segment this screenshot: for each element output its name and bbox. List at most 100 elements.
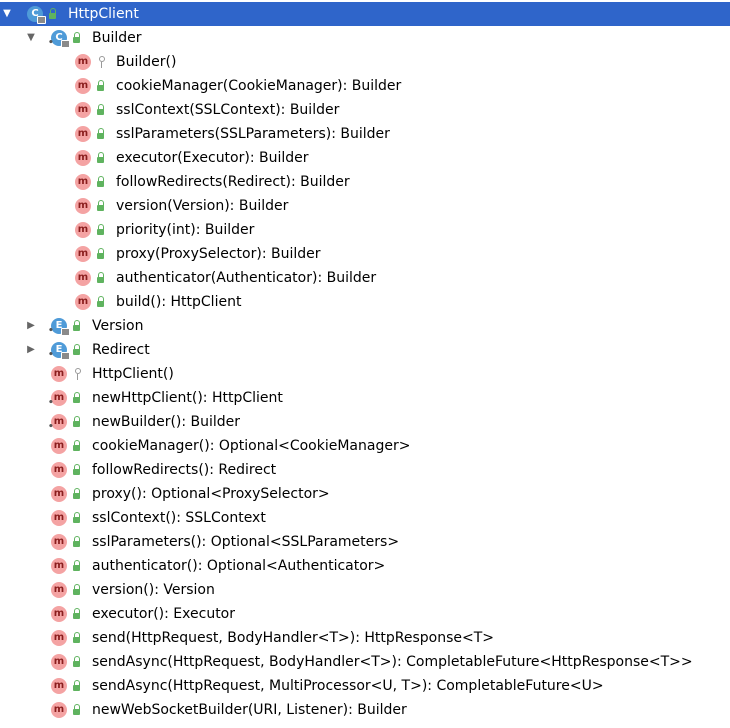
tree-row[interactable]: m version(): Version xyxy=(0,578,730,602)
public-lock-icon xyxy=(71,434,83,458)
tree-row[interactable]: ▼ C • Builder xyxy=(0,26,730,50)
tree-row[interactable]: ▼ C HttpClient xyxy=(0,2,730,26)
method-icon: m xyxy=(51,462,67,478)
tree-row[interactable]: m authenticator(Authenticator): Builder xyxy=(0,266,730,290)
tree-row[interactable]: m sendAsync(HttpRequest, BodyHandler<T>):… xyxy=(0,650,730,674)
tree-item-label: followRedirects(): Redirect xyxy=(92,462,277,478)
tree-item-label: sslContext(SSLContext): Builder xyxy=(116,102,340,118)
tree-row[interactable]: m • newBuilder(): Builder xyxy=(0,410,730,434)
tree-row[interactable]: m sslParameters(SSLParameters): Builder xyxy=(0,122,730,146)
tree-row[interactable]: ▶ E • Redirect xyxy=(0,338,730,362)
tree-row[interactable]: m cookieManager(): Optional<CookieManager… xyxy=(0,434,730,458)
tree-item-label: sslParameters(): Optional<SSLParameters> xyxy=(92,534,400,550)
method-icon: m xyxy=(51,558,67,574)
method-icon: m xyxy=(75,270,91,286)
tree-row[interactable]: m followRedirects(Redirect): Builder xyxy=(0,170,730,194)
tree-row[interactable]: m sslParameters(): Optional<SSLParameters… xyxy=(0,530,730,554)
method-icon: m • xyxy=(48,390,67,408)
tree-item-label: executor(): Executor xyxy=(92,606,236,622)
method-icon: m xyxy=(51,582,67,598)
method-icon: m xyxy=(75,126,91,142)
method-icon: m xyxy=(75,294,91,310)
public-lock-icon xyxy=(95,98,107,122)
tree-item-label: sendAsync(HttpRequest, BodyHandler<T>): … xyxy=(92,654,693,670)
tree-item-label: cookieManager(): Optional<CookieManager> xyxy=(92,438,411,454)
tree-row[interactable]: m sendAsync(HttpRequest, MultiProcessor<U… xyxy=(0,674,730,698)
method-icon: m xyxy=(51,438,67,454)
tree-row[interactable]: m cookieManager(CookieManager): Builder xyxy=(0,74,730,98)
tree-row[interactable]: m proxy(ProxySelector): Builder xyxy=(0,242,730,266)
tree-item-label: proxy(ProxySelector): Builder xyxy=(116,246,321,262)
tree-item-label: newHttpClient(): HttpClient xyxy=(92,390,283,406)
public-lock-icon xyxy=(71,674,83,698)
tree-item-label: authenticator(): Optional<Authenticator> xyxy=(92,558,386,574)
tree-row[interactable]: m Builder() xyxy=(0,50,730,74)
chevron-down-icon[interactable]: ▼ xyxy=(24,26,38,50)
class-icon: C • xyxy=(48,30,70,48)
method-icon: m xyxy=(51,606,67,622)
tree-row[interactable]: m send(HttpRequest, BodyHandler<T>): Http… xyxy=(0,626,730,650)
public-lock-icon xyxy=(71,698,83,722)
method-icon: m xyxy=(51,510,67,526)
static-marker-icon: • xyxy=(48,350,54,360)
static-marker-icon: • xyxy=(48,38,54,48)
tree-item-label: version(): Version xyxy=(92,582,215,598)
structure-tree[interactable]: ▼ C HttpClient ▼ C • Builder m Builder() m cookieM… xyxy=(0,0,730,728)
method-icon: m xyxy=(51,534,67,550)
tree-row[interactable]: m build(): HttpClient xyxy=(0,290,730,314)
tree-item-label: executor(Executor): Builder xyxy=(116,150,309,166)
tree-row[interactable]: m authenticator(): Optional<Authenticator… xyxy=(0,554,730,578)
public-lock-icon xyxy=(95,74,107,98)
private-key-icon xyxy=(95,50,107,74)
public-lock-icon xyxy=(71,602,83,626)
method-icon: m xyxy=(51,678,67,694)
static-marker-icon: • xyxy=(48,398,54,408)
tree-item-label: Builder() xyxy=(116,54,177,70)
method-icon: m xyxy=(75,150,91,166)
tree-row[interactable]: m newWebSocketBuilder(URI, Listener): Bui… xyxy=(0,698,730,722)
method-icon: m xyxy=(75,78,91,94)
tree-row[interactable]: m priority(int): Builder xyxy=(0,218,730,242)
static-marker-icon: • xyxy=(48,422,54,432)
public-lock-icon xyxy=(71,338,83,362)
tree-item-label: Builder xyxy=(92,30,142,46)
public-lock-icon xyxy=(71,578,83,602)
tree-row[interactable]: m version(Version): Builder xyxy=(0,194,730,218)
method-icon: m xyxy=(51,486,67,502)
tree-row[interactable]: m executor(): Executor xyxy=(0,602,730,626)
tree-item-label: version(Version): Builder xyxy=(116,198,289,214)
tree-row[interactable]: m executor(Executor): Builder xyxy=(0,146,730,170)
public-lock-icon xyxy=(71,626,83,650)
chevron-right-icon[interactable]: ▶ xyxy=(24,338,38,362)
tree-item-label: newBuilder(): Builder xyxy=(92,414,241,430)
public-lock-icon xyxy=(95,266,107,290)
public-lock-icon xyxy=(71,650,83,674)
tree-item-label: proxy(): Optional<ProxySelector> xyxy=(92,486,330,502)
chevron-down-icon[interactable]: ▼ xyxy=(0,2,14,26)
public-lock-icon xyxy=(71,314,83,338)
tree-item-label: newWebSocketBuilder(URI, Listener): Buil… xyxy=(92,702,407,718)
public-lock-icon xyxy=(95,146,107,170)
public-lock-icon xyxy=(71,386,83,410)
tree-row[interactable]: m HttpClient() xyxy=(0,362,730,386)
tree-row[interactable]: m proxy(): Optional<ProxySelector> xyxy=(0,482,730,506)
method-icon: m xyxy=(75,222,91,238)
static-marker-icon: • xyxy=(48,326,54,336)
tree-row[interactable]: m sslContext(SSLContext): Builder xyxy=(0,98,730,122)
tree-row[interactable]: ▶ E • Version xyxy=(0,314,730,338)
tree-row[interactable]: m • newHttpClient(): HttpClient xyxy=(0,386,730,410)
public-lock-icon xyxy=(95,122,107,146)
class-icon: C xyxy=(27,6,46,24)
lock-overlay-icon xyxy=(61,40,70,48)
tree-row[interactable]: m sslContext(): SSLContext xyxy=(0,506,730,530)
public-lock-icon xyxy=(71,26,83,50)
tree-row[interactable]: m followRedirects(): Redirect xyxy=(0,458,730,482)
tree-item-label: build(): HttpClient xyxy=(116,294,242,310)
tree-item-label: priority(int): Builder xyxy=(116,222,255,238)
tree-item-label: Redirect xyxy=(92,342,150,358)
public-lock-icon xyxy=(95,242,107,266)
public-lock-icon xyxy=(71,458,83,482)
public-lock-icon xyxy=(71,554,83,578)
chevron-right-icon[interactable]: ▶ xyxy=(24,314,38,338)
enum-icon: E • xyxy=(48,342,70,360)
